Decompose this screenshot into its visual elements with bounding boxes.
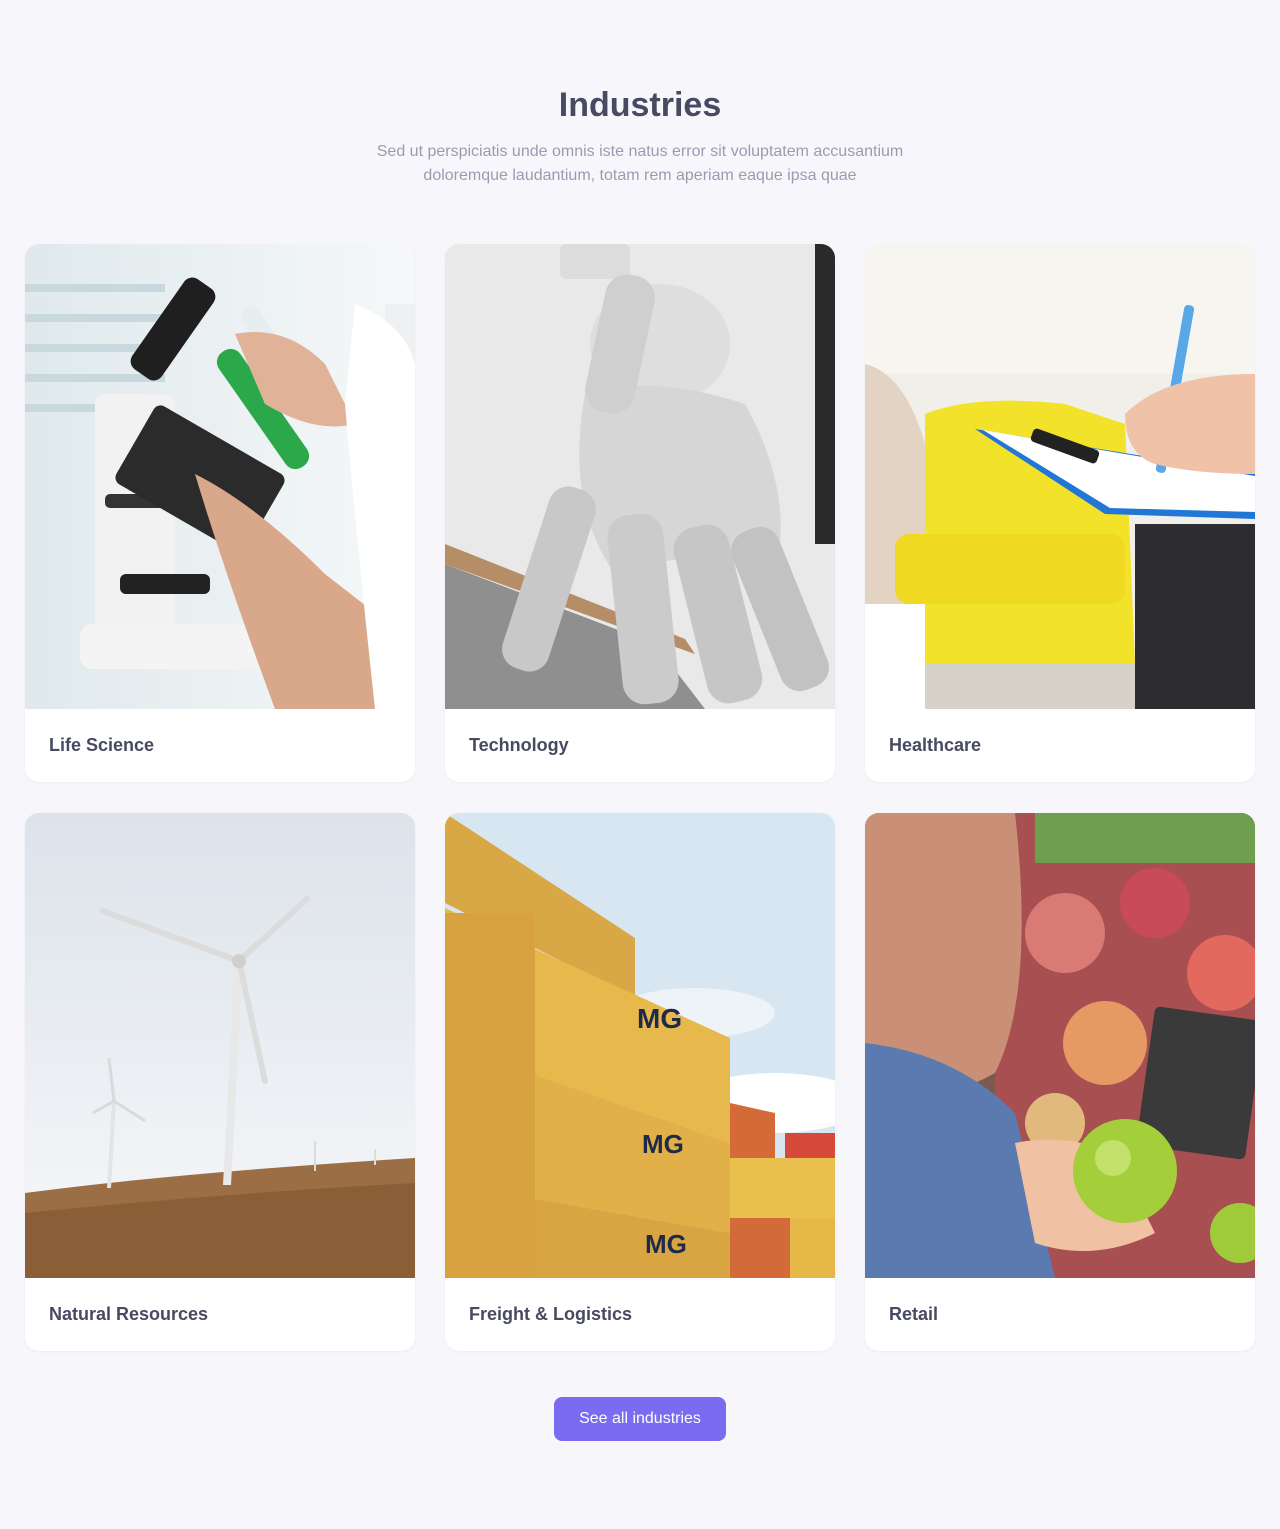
industry-card-technology[interactable]: Technology bbox=[445, 244, 835, 782]
robotic-hand-photo bbox=[445, 244, 835, 709]
industry-label: Life Science bbox=[49, 735, 155, 755]
industries-grid: Life Science Technology Healthcare Natur… bbox=[25, 244, 1255, 1351]
industry-card-retail[interactable]: Retail bbox=[865, 813, 1255, 1351]
industry-card-natural-resources[interactable]: Natural Resources bbox=[25, 813, 415, 1351]
healthcare-image bbox=[865, 244, 1255, 709]
section-subtitle: Sed ut perspiciatis unde omnis iste natu… bbox=[376, 143, 904, 184]
industry-label: Technology bbox=[469, 735, 569, 755]
svg-text:MG: MG bbox=[642, 1129, 684, 1159]
wind-turbines-photo bbox=[25, 813, 415, 1278]
industry-label: Healthcare bbox=[889, 735, 982, 755]
industry-label: Natural Resources bbox=[49, 1304, 209, 1324]
retail-image bbox=[865, 813, 1255, 1278]
apples-market-photo bbox=[865, 813, 1255, 1278]
industry-label: Retail bbox=[889, 1304, 939, 1324]
see-all-industries-button[interactable]: See all industries bbox=[554, 1397, 726, 1441]
industry-label: Freight & Logistics bbox=[469, 1304, 633, 1324]
freight-logistics-image: MG MG MG bbox=[445, 813, 835, 1278]
industry-card-freight-logistics[interactable]: MG MG MG Freight & Logistics bbox=[445, 813, 835, 1351]
technology-image bbox=[445, 244, 835, 709]
natural-resources-image bbox=[25, 813, 415, 1278]
industry-card-healthcare[interactable]: Healthcare bbox=[865, 244, 1255, 782]
life-science-image bbox=[25, 244, 415, 709]
clipboard-notes-photo bbox=[865, 244, 1255, 709]
microscope-test-tube-photo bbox=[25, 244, 415, 709]
shipping-containers-photo: MG MG MG bbox=[445, 813, 835, 1278]
industry-card-life-science[interactable]: Life Science bbox=[25, 244, 415, 782]
svg-text:MG: MG bbox=[637, 1003, 682, 1034]
section-title: Industries bbox=[558, 86, 722, 124]
industries-section: Industries Sed ut perspiciatis unde omni… bbox=[0, 0, 1280, 1529]
svg-text:MG: MG bbox=[645, 1229, 687, 1259]
